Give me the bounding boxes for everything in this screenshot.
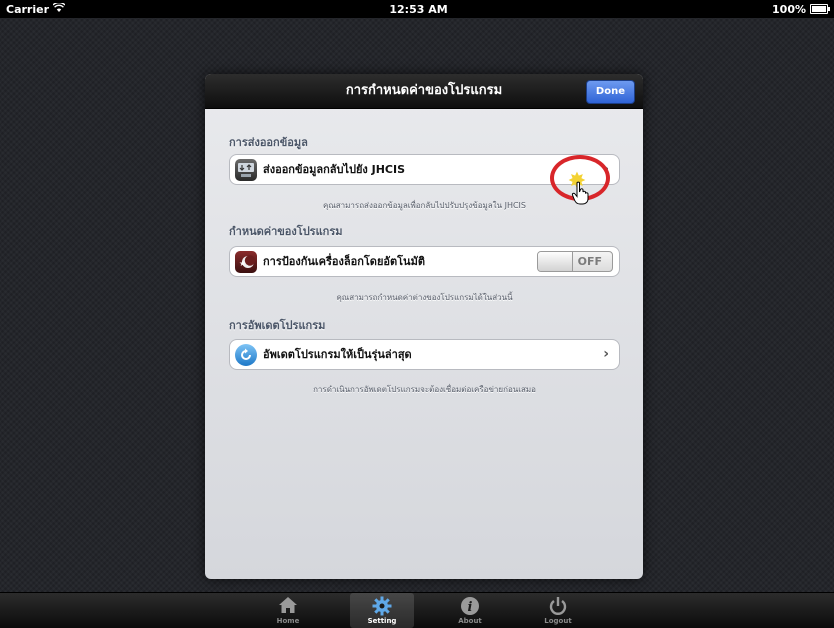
update-program-label: อัพเดตโปรแกรมให้เป็นรุ่นล่าสุด <box>263 348 412 361</box>
done-button[interactable]: Done <box>585 80 635 104</box>
update-icon <box>235 344 257 366</box>
tab-logout[interactable]: Logout <box>526 593 590 628</box>
auto-lock-cell: ★ การป้องกันเครื่องล็อกโดยอัตโนมัติ OFF <box>229 246 620 277</box>
hand-cursor-icon <box>571 181 591 205</box>
update-footer-note: การดำเนินการอัพเดตโปรแกรมจะต้องเชื่อมต่อ… <box>313 385 536 394</box>
gear-icon <box>350 596 414 616</box>
tab-logout-label: Logout <box>544 617 572 625</box>
tab-home[interactable]: Home <box>256 593 320 628</box>
battery-icon <box>810 4 830 14</box>
export-icon <box>235 159 257 181</box>
tab-setting-label: Setting <box>367 617 397 625</box>
tab-about-label: About <box>458 617 482 625</box>
section-header-update: การอัพเดตโปรแกรม <box>229 319 326 332</box>
info-icon: i <box>438 596 502 616</box>
auto-lock-icon: ★ <box>235 251 257 273</box>
home-icon <box>256 596 320 616</box>
tab-home-label: Home <box>276 617 300 625</box>
auto-lock-label: การป้องกันเครื่องล็อกโดยอัตโนมัติ <box>263 255 425 268</box>
update-program-cell[interactable]: อัพเดตโปรแกรมให้เป็นรุ่นล่าสุด › <box>229 339 620 370</box>
tab-bar: Home Setting i About Logout <box>0 592 834 628</box>
modal-title: การกำหนดค่าของโปรแกรม <box>345 83 503 98</box>
tab-about[interactable]: i About <box>438 593 502 628</box>
auto-lock-toggle[interactable]: OFF <box>537 251 613 272</box>
tab-setting[interactable]: Setting <box>350 593 414 628</box>
svg-text:★: ★ <box>239 259 246 268</box>
settings-modal: การกำหนดค่าของโปรแกรม Done การส่งออกข้อม… <box>205 74 643 579</box>
toggle-knob <box>538 252 573 271</box>
settings-footer-note: คุณสามารถกำหนดค่าต่างของโปรแกรมได้ในส่วน… <box>336 293 513 302</box>
modal-header: การกำหนดค่าของโปรแกรม Done <box>205 74 643 109</box>
wifi-icon <box>52 1 66 15</box>
power-icon <box>526 596 590 616</box>
battery-percent: 100% <box>772 2 806 16</box>
export-footer-note: คุณสามารถส่งออกข้อมูลเพื่อกลับไปปรับปรุง… <box>323 201 526 210</box>
carrier-label: Carrier <box>6 2 50 16</box>
chevron-right-icon: › <box>603 346 609 362</box>
export-jhcis-label: ส่งออกข้อมูลกลับไปยัง JHCIS <box>263 163 406 176</box>
toggle-state-text: OFF <box>577 255 602 268</box>
status-time: 12:53 AM <box>389 2 448 16</box>
svg-text:i: i <box>468 600 473 615</box>
section-header-export: การส่งออกข้อมูล <box>229 136 308 149</box>
status-bar: Carrier 12:53 AM 100% <box>0 0 834 18</box>
section-header-program-settings: กำหนดค่าของโปรแกรม <box>229 225 343 238</box>
